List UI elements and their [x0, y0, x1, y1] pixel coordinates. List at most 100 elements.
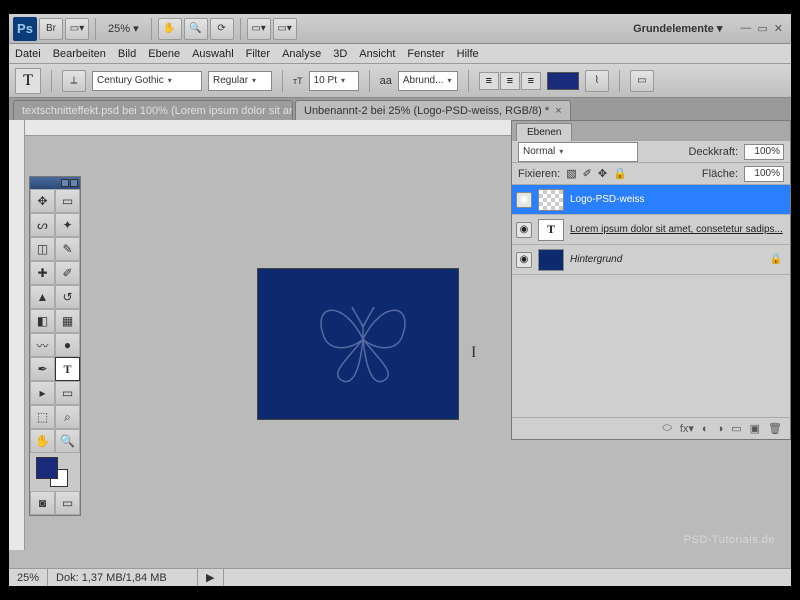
- layer-name[interactable]: Hintergrund: [570, 254, 764, 265]
- screenmode-toggle[interactable]: ▭: [55, 491, 80, 515]
- toolbox-header[interactable]: [30, 177, 80, 189]
- new-layer-icon[interactable]: ▣: [750, 422, 760, 435]
- eraser-tool[interactable]: ◧: [30, 309, 55, 333]
- adjustment-layer-icon[interactable]: ◑: [717, 423, 724, 435]
- hand-tool[interactable]: ✋: [30, 429, 55, 453]
- quick-select-tool[interactable]: ✦: [55, 213, 80, 237]
- workspace-dropdown[interactable]: Grundelemente ▾: [625, 22, 730, 35]
- status-bar: 25% Dok: 1,37 MB/1,84 MB ▶: [9, 568, 791, 586]
- lasso-tool[interactable]: ᔕ: [30, 213, 55, 237]
- visibility-toggle[interactable]: ◉: [516, 222, 532, 238]
- type-tool[interactable]: T: [55, 357, 80, 381]
- move-tool[interactable]: ✥: [30, 189, 55, 213]
- zoom-tool[interactable]: 🔍: [55, 429, 80, 453]
- pen-tool[interactable]: ✒: [30, 357, 55, 381]
- gradient-tool[interactable]: ▦: [55, 309, 80, 333]
- layer-row[interactable]: ◉ Hintergrund 🔒: [512, 245, 790, 275]
- lock-all-icon[interactable]: 🔒: [613, 167, 627, 180]
- warp-text-button[interactable]: ⌇: [585, 70, 609, 92]
- antialias-dropdown[interactable]: Abrund...: [398, 71, 458, 91]
- text-color-swatch[interactable]: [547, 72, 579, 90]
- stamp-tool[interactable]: ▲: [30, 285, 55, 309]
- layer-name[interactable]: Lorem ipsum dolor sit amet, consetetur s…: [570, 224, 786, 235]
- history-brush-tool[interactable]: ↺: [55, 285, 80, 309]
- character-panel-button[interactable]: ▭: [630, 70, 654, 92]
- screenmode-button[interactable]: ▭▾: [273, 18, 297, 40]
- eyedropper-tool[interactable]: ✎: [55, 237, 80, 261]
- ruler-vertical: [9, 120, 25, 550]
- text-orientation-button[interactable]: ⟂: [62, 70, 86, 92]
- menu-3d[interactable]: 3D: [333, 48, 347, 60]
- status-doc-info[interactable]: Dok: 1,37 MB/1,84 MB: [48, 569, 198, 586]
- align-right-button[interactable]: ≡: [521, 72, 541, 90]
- status-zoom[interactable]: 25%: [9, 569, 48, 586]
- layer-name[interactable]: Logo-PSD-weiss: [570, 194, 786, 205]
- foreground-color[interactable]: [36, 457, 58, 479]
- path-select-tool[interactable]: ▸: [30, 381, 55, 405]
- color-swatches[interactable]: [30, 453, 80, 491]
- visibility-toggle[interactable]: ◉: [516, 252, 532, 268]
- blur-tool[interactable]: 〰: [30, 333, 55, 357]
- menu-help[interactable]: Hilfe: [457, 48, 479, 60]
- 3d-camera-tool[interactable]: ⌕: [55, 405, 80, 429]
- layer-style-icon[interactable]: fx▾: [680, 422, 694, 435]
- layer-row[interactable]: ◉ Logo-PSD-weiss: [512, 185, 790, 215]
- menu-window[interactable]: Fenster: [407, 48, 444, 60]
- tool-preset[interactable]: T: [15, 68, 41, 94]
- menu-image[interactable]: Bild: [118, 48, 136, 60]
- marquee-tool[interactable]: ▭: [55, 189, 80, 213]
- menu-view[interactable]: Ansicht: [359, 48, 395, 60]
- lock-pixels-icon[interactable]: ✐: [583, 167, 592, 180]
- blend-mode-dropdown[interactable]: Normal: [518, 142, 638, 162]
- font-family-dropdown[interactable]: Century Gothic: [92, 71, 202, 91]
- menu-analysis[interactable]: Analyse: [282, 48, 321, 60]
- layer-thumbnail[interactable]: T: [538, 219, 564, 241]
- group-icon[interactable]: ▭: [731, 422, 741, 435]
- arrange-button[interactable]: ▭▾: [247, 18, 271, 40]
- align-center-button[interactable]: ≡: [500, 72, 520, 90]
- close-tab-icon[interactable]: ×: [555, 105, 561, 117]
- fill-input[interactable]: 100%: [744, 166, 784, 182]
- lock-position-icon[interactable]: ✥: [598, 167, 607, 180]
- zoom-dropdown[interactable]: 25% ▾: [102, 22, 145, 35]
- view-extras-button[interactable]: ▭▾: [65, 18, 89, 40]
- shape-tool[interactable]: ▭: [55, 381, 80, 405]
- lock-transparency-icon[interactable]: ▧: [566, 167, 576, 180]
- visibility-toggle[interactable]: ◉: [516, 192, 532, 208]
- align-left-button[interactable]: ≡: [479, 72, 499, 90]
- zoom-tool-button[interactable]: 🔍: [184, 18, 208, 40]
- dodge-tool[interactable]: ●: [55, 333, 80, 357]
- maximize-button[interactable]: ▭: [757, 22, 767, 35]
- bridge-button[interactable]: Br: [39, 18, 63, 40]
- heal-tool[interactable]: ✚: [30, 261, 55, 285]
- layer-mask-icon[interactable]: ◐: [702, 423, 709, 435]
- document-tab-active[interactable]: Unbenannt-2 bei 25% (Logo-PSD-weiss, RGB…: [295, 100, 571, 120]
- rotate-view-button[interactable]: ⟳: [210, 18, 234, 40]
- menu-select[interactable]: Auswahl: [192, 48, 234, 60]
- font-size-dropdown[interactable]: 10 Pt: [309, 71, 359, 91]
- quickmask-button[interactable]: ◙: [30, 491, 55, 515]
- menu-edit[interactable]: Bearbeiten: [53, 48, 106, 60]
- opacity-input[interactable]: 100%: [744, 144, 784, 160]
- layer-row[interactable]: ◉ T Lorem ipsum dolor sit amet, consetet…: [512, 215, 790, 245]
- status-arrow[interactable]: ▶: [198, 569, 223, 586]
- menu-filter[interactable]: Filter: [246, 48, 270, 60]
- menu-layer[interactable]: Ebene: [148, 48, 180, 60]
- layers-tab[interactable]: Ebenen: [516, 123, 572, 141]
- font-weight-dropdown[interactable]: Regular: [208, 71, 272, 91]
- app-window: Ps Br ▭▾ 25% ▾ ✋ 🔍 ⟳ ▭▾ ▭▾ Grundelemente…: [9, 14, 791, 586]
- minimize-button[interactable]: —: [740, 22, 751, 35]
- layer-thumbnail[interactable]: [538, 189, 564, 211]
- menu-file[interactable]: Datei: [15, 48, 41, 60]
- link-layers-icon[interactable]: ⬭: [662, 422, 671, 435]
- delete-layer-icon[interactable]: 🗑: [768, 422, 782, 435]
- crop-tool[interactable]: ◫: [30, 237, 55, 261]
- canvas[interactable]: [257, 268, 459, 420]
- layer-thumbnail[interactable]: [538, 249, 564, 271]
- document-tab-inactive[interactable]: textschnitteffekt.psd bei 100% (Lorem ip…: [13, 100, 293, 120]
- hand-tool-button[interactable]: ✋: [158, 18, 182, 40]
- 3d-tool[interactable]: ⬚: [30, 405, 55, 429]
- close-button[interactable]: ✕: [774, 22, 783, 35]
- brush-tool[interactable]: ✐: [55, 261, 80, 285]
- scrollbar-horizontal[interactable]: [224, 569, 792, 586]
